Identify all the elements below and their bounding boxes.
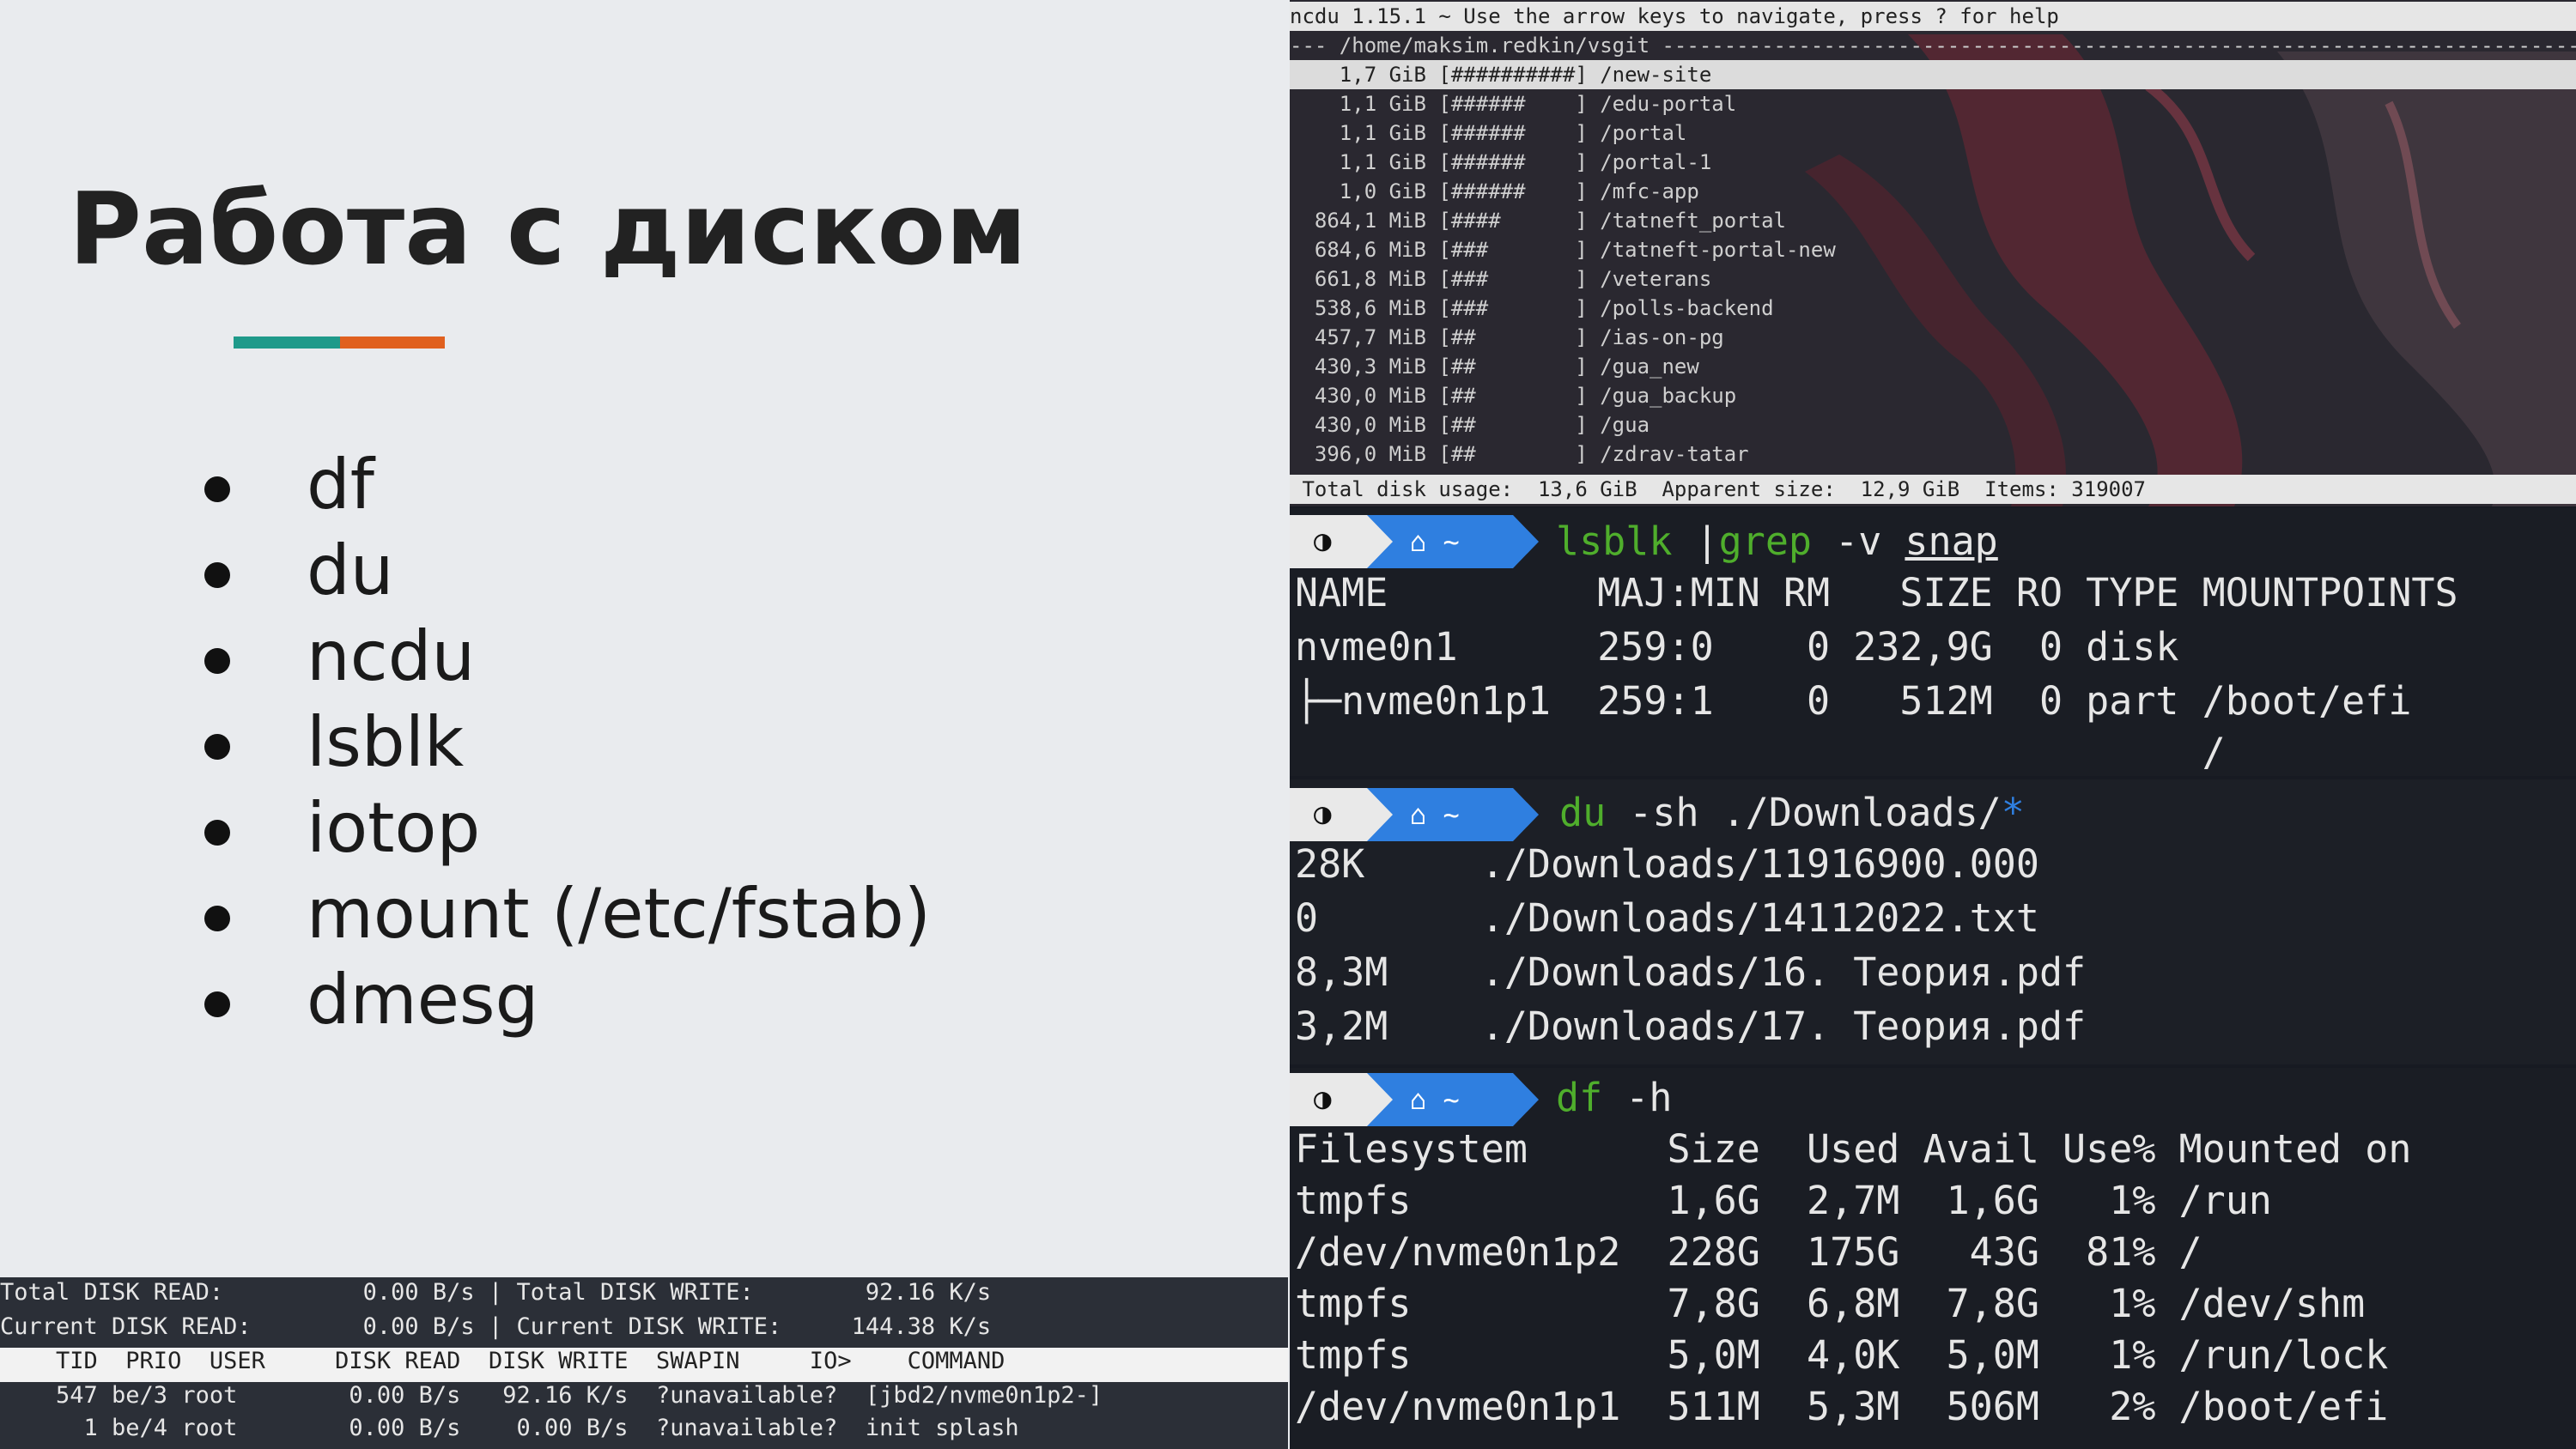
- lsblk-command: lsblk |grep -v snap: [1556, 518, 1998, 564]
- df-row: /dev/nvme0n1p1 511M 5,3M 506M 2% /boot/e…: [1295, 1384, 2389, 1429]
- ncdu-entry[interactable]: 1,1 GiB [###### ] /portal: [1290, 118, 1687, 148]
- accent-orange: [340, 336, 445, 349]
- home-icon: ⌂ ~: [1410, 525, 1460, 558]
- shell-prompt: ◑ ⌂ ~: [1290, 788, 1547, 841]
- list-item: ncdu: [197, 614, 931, 700]
- ncdu-entry[interactable]: 457,7 MiB [## ] /ias-on-pg: [1290, 323, 1724, 352]
- ncdu-terminal: ncdu 1.15.1 ~ Use the arrow keys to navi…: [1290, 0, 2576, 506]
- iotop-terminal: Total DISK READ: 0.00 B/s | Total DISK W…: [0, 1277, 1288, 1449]
- ncdu-entry[interactable]: 430,0 MiB [## ] /gua: [1290, 410, 1649, 440]
- ubuntu-logo-icon: ◑: [1314, 1082, 1332, 1116]
- df-row: tmpfs 5,0M 4,0K 5,0M 1% /run/lock: [1295, 1332, 2389, 1378]
- df-row: /dev/nvme0n1p2 228G 175G 43G 81% /: [1295, 1229, 2202, 1275]
- ncdu-entry[interactable]: 1,0 GiB [###### ] /mfc-app: [1290, 177, 1699, 206]
- command-list: df du ncdu lsblk iotop mount (/etc/fstab…: [197, 442, 931, 1043]
- lsblk-row: nvme0n1 259:0 0 232,9G 0 disk: [1295, 624, 2179, 670]
- slide-panel: Работа с диском df du ncdu lsblk iotop m…: [0, 0, 1288, 1449]
- ncdu-entry[interactable]: 396,0 MiB [## ] /zdrav-tatar: [1290, 440, 1749, 469]
- df-header: Filesystem Size Used Avail Use% Mounted …: [1295, 1126, 2412, 1172]
- lsblk-header: NAME MAJ:MIN RM SIZE RO TYPE MOUNTPOINTS: [1295, 570, 2458, 615]
- list-item: df: [197, 442, 931, 528]
- ncdu-entry[interactable]: 661,8 MiB [### ] /veterans: [1290, 264, 1711, 294]
- bullet-icon: [204, 820, 230, 846]
- table-row: 1 be/4 root 0.00 B/s 0.00 B/s ?unavailab…: [0, 1415, 1019, 1441]
- shell-prompt: ◑ ⌂ ~: [1290, 1073, 1547, 1126]
- du-command: du -sh ./Downloads/*: [1559, 790, 2025, 835]
- du-row: 28K ./Downloads/11916900.000: [1295, 841, 2039, 887]
- home-icon: ⌂ ~: [1410, 798, 1460, 831]
- list-item: dmesg: [197, 957, 931, 1043]
- ubuntu-logo-icon: ◑: [1314, 524, 1332, 558]
- ncdu-path: --- /home/maksim.redkin/vsgit ----------…: [1290, 33, 2576, 58]
- ncdu-footer: Total disk usage: 13,6 GiB Apparent size…: [1290, 475, 2576, 504]
- ncdu-entry[interactable]: 684,6 MiB [### ] /tatneft-portal-new: [1290, 235, 1836, 264]
- bullet-icon: [204, 476, 230, 502]
- du-row: 3,2M ./Downloads/17. Теория.pdf: [1295, 1003, 2087, 1049]
- home-icon: ⌂ ~: [1410, 1083, 1460, 1116]
- iotop-header: TID PRIO USER DISK READ DISK WRITE SWAPI…: [0, 1348, 1288, 1382]
- shell-prompt: ◑ ⌂ ~: [1290, 515, 1547, 568]
- list-item: lsblk: [197, 700, 931, 785]
- ncdu-entry[interactable]: 1,1 GiB [###### ] /edu-portal: [1290, 89, 1736, 118]
- iotop-current-line: Current DISK READ: 0.00 B/s | Current DI…: [0, 1313, 992, 1340]
- bullet-icon: [204, 562, 230, 588]
- list-item: iotop: [197, 785, 931, 871]
- ncdu-entry[interactable]: 1,1 GiB [###### ] /portal-1: [1290, 148, 1711, 177]
- df-command: df -h: [1556, 1075, 1673, 1120]
- ncdu-entry[interactable]: 430,0 MiB [## ] /gua_backup: [1290, 381, 1736, 410]
- bullet-icon: [204, 734, 230, 760]
- ncdu-entry-selected[interactable]: 1,7 GiB [##########] /new-site: [1290, 60, 2576, 89]
- bullet-icon: [204, 648, 230, 674]
- ncdu-entry[interactable]: 538,6 MiB [### ] /polls-backend: [1290, 294, 1774, 323]
- ncdu-entry[interactable]: 864,1 MiB [#### ] /tatneft_portal: [1290, 206, 1786, 235]
- bullet-icon: [204, 906, 230, 931]
- ubuntu-logo-icon: ◑: [1314, 797, 1332, 831]
- du-row: 0 ./Downloads/14112022.txt: [1295, 895, 2039, 941]
- df-row: tmpfs 7,8G 6,8M 7,8G 1% /dev/shm: [1295, 1281, 2366, 1326]
- du-terminal: ◑ ⌂ ~ du -sh ./Downloads/* 28K ./Downloa…: [1290, 779, 2576, 1064]
- iotop-total-line: Total DISK READ: 0.00 B/s | Total DISK W…: [0, 1279, 992, 1306]
- slide-title: Работа с диском: [69, 172, 1027, 288]
- bullet-icon: [204, 991, 230, 1017]
- df-terminal: ◑ ⌂ ~ df -h Filesystem Size Used Avail U…: [1290, 1068, 2576, 1449]
- lsblk-row: /: [1295, 730, 2226, 775]
- table-row: 547 be/3 root 0.00 B/s 92.16 K/s ?unavai…: [0, 1382, 1103, 1409]
- lsblk-row: ├─nvme0n1p1 259:1 0 512M 0 part /boot/ef…: [1295, 678, 2412, 724]
- accent-teal: [234, 336, 340, 349]
- du-row: 8,3M ./Downloads/16. Теория.pdf: [1295, 949, 2087, 995]
- list-item: du: [197, 528, 931, 614]
- ncdu-title-bar: ncdu 1.15.1 ~ Use the arrow keys to navi…: [1290, 2, 2576, 31]
- df-row: tmpfs 1,6G 2,7M 1,6G 1% /run: [1295, 1178, 2272, 1223]
- ncdu-entry[interactable]: 430,3 MiB [## ] /gua_new: [1290, 352, 1699, 381]
- terminal-screenshots: ncdu 1.15.1 ~ Use the arrow keys to navi…: [1290, 0, 2576, 1449]
- list-item: mount (/etc/fstab): [197, 871, 931, 957]
- lsblk-terminal: ◑ ⌂ ~ lsblk |grep -v snap NAME MAJ:MIN R…: [1290, 508, 2576, 776]
- title-accent-underline: [234, 336, 445, 349]
